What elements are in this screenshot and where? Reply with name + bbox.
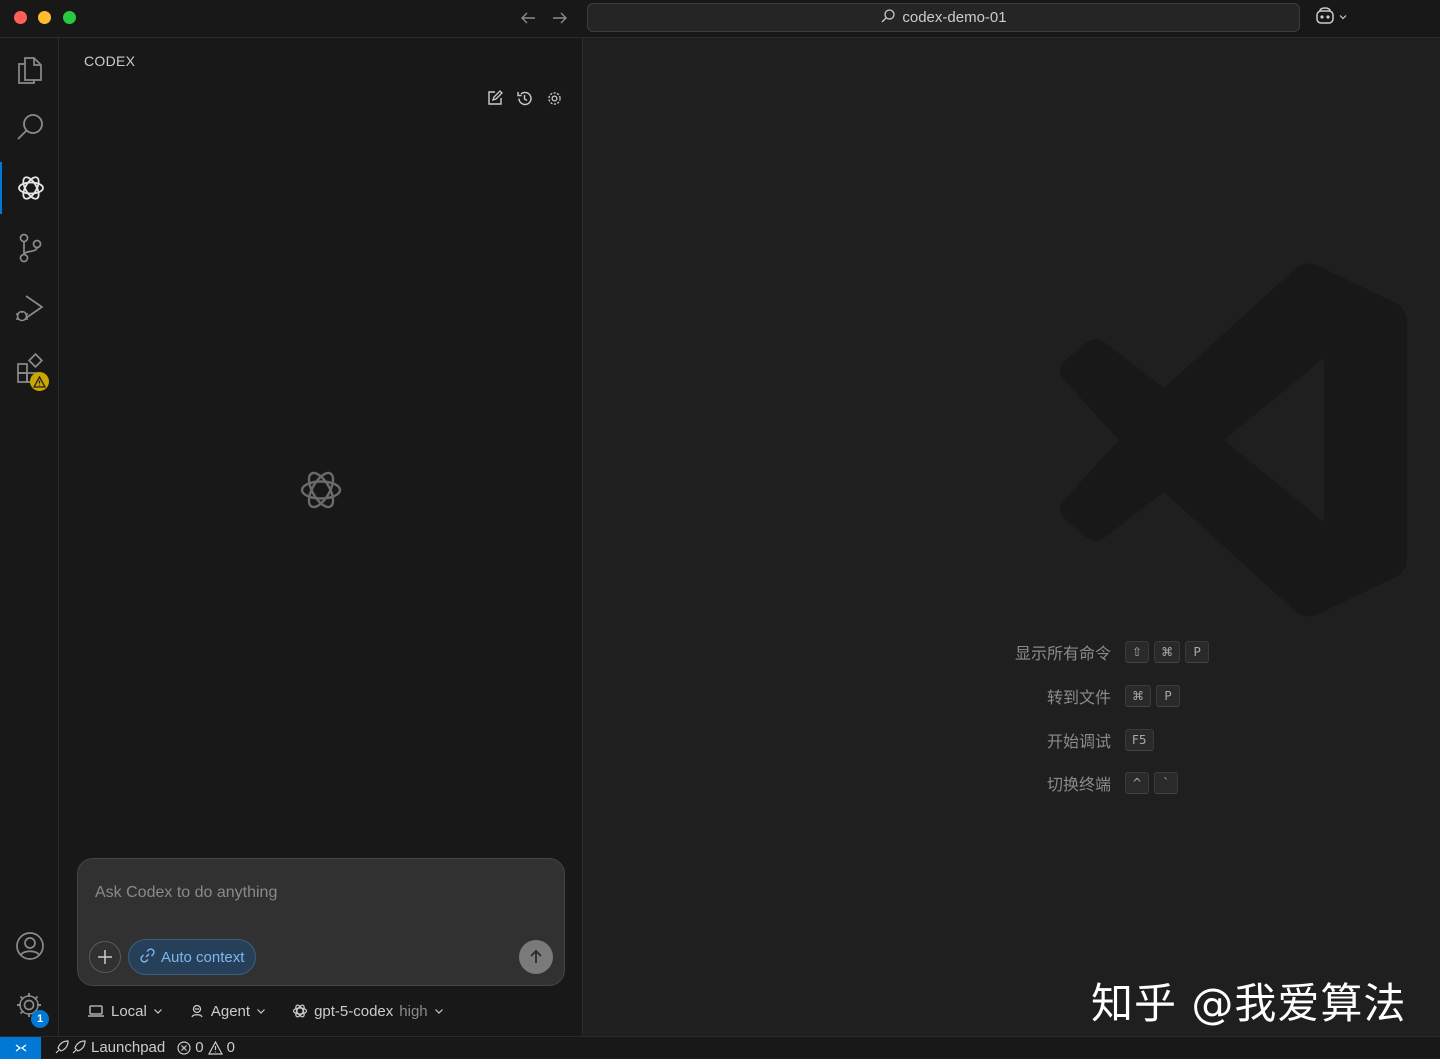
effort-label: high [399,1002,428,1020]
activity-codex[interactable] [0,162,59,214]
key-cap: ⌘ [1154,641,1181,663]
key-cap: ^ [1125,772,1150,794]
remote-icon [15,1043,26,1052]
key-cap: P [1185,641,1210,663]
error-icon [177,1040,191,1055]
activity-bar: 1 [0,38,59,1036]
shortcut-row[interactable]: 显示所有命令 ⇧ ⌘ P [984,640,1214,664]
activity-search[interactable] [0,102,59,154]
watermark-text: 知乎 @我爱算法 [1091,979,1407,1028]
run-debug-icon [14,292,46,324]
location-dropdown[interactable]: Local [87,1003,163,1020]
key-cap: ⇧ [1125,641,1150,663]
model-label: gpt-5-codex [314,1002,394,1020]
agent-icon [191,1004,203,1018]
codex-icon [15,172,47,204]
link-icon [140,947,155,967]
explorer-icon [15,54,45,86]
model-dropdown[interactable]: gpt-5-codex high [292,1003,444,1020]
forward-arrow-icon[interactable] [549,7,571,29]
chevron-down-icon [434,1009,443,1014]
arrow-up-icon [530,949,542,963]
chevron-down-icon [153,1009,162,1014]
warnings-count: 0 [226,1039,235,1056]
copilot-icon [1314,6,1336,31]
prompt-input[interactable] [93,882,533,904]
command-center-search[interactable]: codex-demo-01 [587,3,1300,32]
mode-dropdown[interactable]: Agent [189,1003,266,1020]
panel-title: CODEX [84,53,136,69]
panel-actions [484,88,564,108]
composer-footer: Local Agent gpt-5-codex high [87,1000,444,1022]
shortcut-label: 切换终端 [1046,777,1111,794]
settings-count-badge: 1 [31,1010,49,1028]
shortcut-row[interactable]: 开始调试 F5 [984,728,1159,752]
shortcut-label: 转到文件 [1046,690,1111,707]
warning-badge [30,372,49,391]
title-bar: codex-demo-01 [0,0,1440,38]
copilot-menu-button[interactable] [1314,6,1354,30]
send-button[interactable] [519,940,553,974]
chevron-down-icon [257,1009,265,1014]
remote-indicator-button[interactable] [0,1036,41,1059]
shortcut-label: 开始调试 [1046,734,1111,751]
source-control-icon [15,232,45,264]
status-bar: Launchpad 0 0 [0,1036,1440,1059]
activity-manage[interactable]: 1 [0,980,59,1032]
problems-button[interactable]: 0 0 [177,1039,235,1056]
history-icon[interactable] [514,88,534,108]
location-label: Local [111,1002,147,1020]
codex-logo-icon [296,465,346,520]
auto-context-button[interactable]: Auto context [128,939,257,975]
activity-extensions[interactable] [0,342,59,394]
back-arrow-icon[interactable] [517,7,539,29]
openai-icon [292,1004,308,1018]
add-attachment-button[interactable] [89,941,121,973]
shortcut-row[interactable]: 转到文件 ⌘ P [984,684,1185,708]
zoom-window-button[interactable] [63,11,76,24]
editor-area: 显示所有命令 ⇧ ⌘ P 转到文件 ⌘ P 开始调试 F5 切换终端 ^ ` 知… [584,38,1440,1036]
errors-count: 0 [195,1039,204,1056]
key-cap: P [1156,685,1180,707]
launchpad-label: Launchpad [91,1039,166,1056]
laptop-icon [88,1005,104,1017]
gear-icon[interactable] [544,88,564,108]
vscode-logo-icon [1054,260,1414,625]
mode-label: Agent [210,1002,251,1020]
new-chat-icon[interactable] [484,88,504,108]
key-cap: F5 [1125,729,1154,751]
account-icon [14,930,46,962]
composer: Auto context [77,858,565,986]
launchpad-button[interactable]: Launchpad [53,1039,165,1056]
chevron-down-icon [1338,9,1348,27]
rocket-icon [55,1039,86,1053]
plus-icon [98,950,112,964]
close-window-button[interactable] [14,11,27,24]
auto-context-label: Auto context [161,948,245,966]
shortcut-row[interactable]: 切换终端 ^ ` [984,771,1183,795]
activity-explorer[interactable] [0,44,59,96]
minimize-window-button[interactable] [38,11,51,24]
shortcut-label: 显示所有命令 [1014,646,1111,663]
key-cap: ` [1154,772,1179,794]
activity-run-debug[interactable] [0,282,59,334]
search-icon [880,8,896,28]
search-icon [15,112,45,144]
codex-panel: CODEX Auto context [59,38,583,1036]
activity-accounts[interactable] [0,920,59,972]
warning-icon [207,1040,223,1055]
key-cap: ⌘ [1125,685,1151,707]
activity-source-control[interactable] [0,222,59,274]
command-center-label: codex-demo-01 [902,9,1007,26]
